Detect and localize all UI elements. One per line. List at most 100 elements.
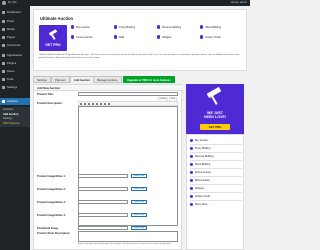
feature-label: Buy Auction	[76, 25, 90, 29]
list-item: Proxy Bidding	[190, 146, 210, 151]
submenu-item-settings[interactable]: Settings	[3, 117, 12, 120]
sidebar-item-label: Auctions	[7, 99, 18, 103]
feature-label: Proxy Bidding	[119, 25, 136, 29]
check-icon	[190, 203, 193, 206]
product-description-label: Product Description:	[37, 102, 63, 105]
add-auction-form: Add New Auction Product Title: Product D…	[33, 84, 183, 250]
sidebar-item-label: Pages	[7, 35, 15, 39]
list-item: Instant Credit	[190, 194, 210, 199]
select-file-button[interactable]: Select File	[131, 213, 148, 217]
sidebar-item-media[interactable]: Media	[0, 26, 30, 33]
feature-label: Instant Credit	[205, 35, 221, 39]
sidebar-item-appearance[interactable]: Appearance	[0, 52, 30, 59]
select-file-button[interactable]: Select File	[131, 187, 148, 191]
select-file-button[interactable]: Select File	[131, 174, 148, 178]
sidebar-item-posts[interactable]: Posts	[0, 18, 30, 25]
pro-promo-title: WE JUST NEED LOVE!	[186, 111, 244, 120]
brush-icon	[2, 54, 5, 57]
select-file-button[interactable]: Select File	[131, 226, 148, 230]
submenu-item-auctions[interactable]: Auctions	[3, 108, 13, 111]
check-icon	[71, 25, 75, 29]
sidebar-item-plugins[interactable]: Plugins	[0, 60, 30, 67]
list-item-label: Future Auction	[195, 171, 212, 174]
wordpress-logo-icon[interactable]	[2, 1, 6, 5]
sidebar-item-users[interactable]: Users	[0, 68, 30, 75]
short-description-textarea[interactable]	[78, 231, 178, 242]
tab-manage-auctions[interactable]: Manage Auctions	[93, 76, 122, 83]
promo-description: Ultimate WordPress Auction Plugin: Aucti…	[39, 54, 240, 59]
pro-sidebar: WE JUST NEED LOVE! GET PRO Buy Auction P…	[186, 84, 244, 250]
image-video-input[interactable]	[78, 226, 128, 230]
image-video-label: Product Image/Video 1:	[37, 175, 66, 178]
check-icon	[157, 25, 161, 29]
feature-item: Buy Auction	[71, 24, 111, 30]
sidebar-item-label: Tools	[7, 77, 14, 81]
sidebar-item-label: Plugins	[7, 61, 17, 65]
get-pro-label: GET PRO	[45, 43, 61, 47]
tab-add-auction[interactable]: Add Auction	[70, 76, 94, 83]
list-item: Bulk Auctions	[190, 178, 210, 183]
sidebar-item-auctions[interactable]: Auctions	[0, 98, 30, 105]
plugin-tabs: Settings Payment Add Auction Manage Auct…	[33, 76, 247, 84]
list-item: Silent Bidding	[190, 162, 210, 167]
tab-payment[interactable]: Payment	[51, 76, 70, 83]
get-pro-button[interactable]: GET PRO	[200, 124, 230, 130]
sidebar-item-label: Settings	[7, 85, 18, 89]
list-item-label: Buy Auction	[195, 139, 209, 142]
page-icon	[2, 36, 5, 39]
user-account-link[interactable]: Howdy, admin	[231, 1, 247, 5]
select-file-button[interactable]: Select File	[131, 200, 148, 204]
feature-item: Reverse Bidding	[157, 24, 197, 30]
sidebar-item-label: Comments	[7, 43, 21, 47]
feature-item: Proxy Bidding	[114, 24, 154, 30]
get-pro-badge[interactable]: GET PRO	[39, 25, 67, 51]
check-icon	[190, 187, 193, 190]
sidebar-item-comments[interactable]: Comments	[0, 42, 30, 49]
list-item: Widgets	[190, 186, 204, 191]
check-icon	[190, 155, 193, 158]
list-item-label: Reverse Bidding	[195, 155, 214, 158]
check-icon	[71, 35, 75, 39]
check-icon	[190, 179, 193, 182]
auctions-submenu: Auctions Add Auction Settings PRO Featur…	[0, 107, 30, 127]
feature-label: Reverse Bidding	[162, 25, 182, 29]
feature-label: Widgets	[162, 35, 172, 39]
list-item-label: Instant Credit	[195, 195, 210, 198]
image-video-label: Thumbnail Image	[37, 227, 59, 230]
image-video-input[interactable]	[78, 200, 128, 204]
check-icon	[190, 195, 193, 198]
list-item: Many More...	[190, 202, 210, 207]
plugin-title: Ultimate Auction	[40, 16, 74, 21]
sidebar-item-label: Posts	[7, 19, 14, 23]
sidebar-item-label: Appearance	[7, 53, 23, 57]
image-video-input[interactable]	[78, 187, 128, 191]
sidebar-item-dashboard[interactable]: Dashboard	[0, 9, 30, 16]
check-icon	[190, 147, 193, 150]
image-video-input[interactable]	[78, 213, 128, 217]
check-icon	[200, 25, 204, 29]
submenu-item-pro-features[interactable]: PRO Features	[3, 122, 20, 125]
check-icon	[190, 171, 193, 174]
comment-icon	[2, 44, 5, 47]
list-item: Buy Auction	[190, 138, 208, 143]
gear-icon	[2, 86, 5, 89]
sidebar-item-tools[interactable]: Tools	[0, 76, 30, 83]
product-title-input[interactable]	[78, 92, 178, 96]
check-icon	[157, 35, 161, 39]
pro-promo-title-line: NEED LOVE!	[204, 115, 226, 120]
tab-settings[interactable]: Settings	[33, 76, 51, 83]
submenu-item-add-auction[interactable]: Add Auction	[3, 113, 18, 116]
admin-sidebar: Dashboard Posts Media Pages Comments App…	[0, 6, 30, 250]
list-item-label: Silent Bidding	[195, 163, 211, 166]
wrench-icon	[2, 78, 5, 81]
upgrade-pro-button[interactable]: Upgrade to PRO for more features	[123, 76, 175, 83]
sidebar-item-pages[interactable]: Pages	[0, 34, 30, 41]
pro-feature-list: Buy Auction Proxy Bidding Reverse Biddin…	[186, 134, 244, 250]
feature-label: Bulk	[119, 35, 125, 39]
product-description-editor[interactable]	[78, 106, 178, 226]
list-item-label: Proxy Bidding	[195, 147, 211, 150]
sidebar-item-settings[interactable]: Settings	[0, 84, 30, 91]
site-name-link[interactable]: My Site	[8, 1, 17, 5]
image-video-input[interactable]	[78, 174, 128, 178]
form-heading: Add New Auction	[34, 85, 183, 91]
